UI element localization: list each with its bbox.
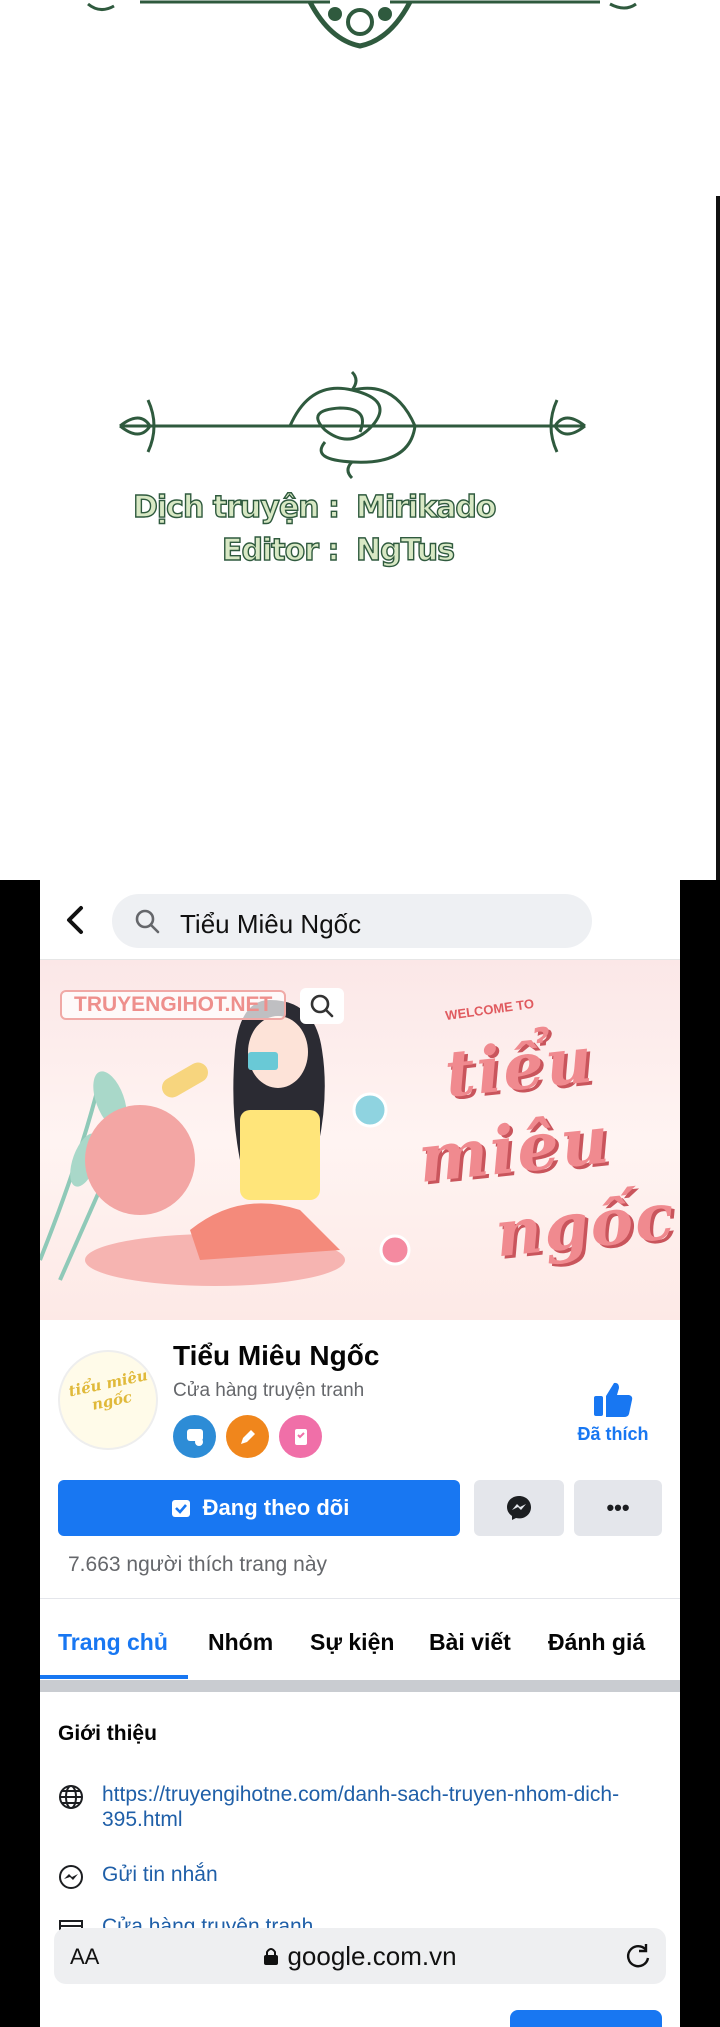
cover-photo[interactable]: TRUYENGIHOT.NET WELCOME TO tiểu miêu ngố… <box>40 960 680 1320</box>
facebook-page-screen: Tiểu Miêu Ngốc TRUYENGIHOT.NET WELCOME T… <box>40 880 680 2027</box>
browser-address-bar[interactable]: AA google.com.vn <box>54 1928 666 1984</box>
globe-icon <box>59 1785 83 1809</box>
avatar[interactable]: tiểu miêu ngốc <box>58 1350 158 1450</box>
translator-name: Mirikado <box>355 489 497 525</box>
url-domain: google.com.vn <box>287 1941 457 1971</box>
following-label: Đang theo dõi <box>202 1495 350 1520</box>
translator-role: Dịch truyện : <box>132 489 340 525</box>
page-tabs: Trang chủ Nhóm Sự kiện Bài viết Đánh giá <box>40 1598 680 1679</box>
banner-welcome: WELCOME TO <box>444 995 535 1024</box>
website-row[interactable]: https://truyengihotne.com/danh-sach-truy… <box>58 1782 658 1838</box>
liked-label: Đã thích <box>577 1424 649 1444</box>
messenger-icon <box>59 1865 83 1889</box>
thumbs-up-icon <box>594 1382 633 1417</box>
editor-role: Editor : <box>221 532 340 568</box>
top-ornament <box>87 0 637 49</box>
action-row: Đang theo dõi ••• <box>40 1480 680 1540</box>
tab-groups[interactable]: Nhóm <box>208 1629 273 1656</box>
website-link[interactable]: https://truyengihotne.com/danh-sach-truy… <box>102 1782 642 1832</box>
checklist-badge-icon[interactable] <box>279 1415 322 1458</box>
following-check-icon <box>171 1500 190 1517</box>
pencil-badge-icon[interactable] <box>226 1415 269 1458</box>
more-options-button[interactable]: ••• <box>574 1480 662 1536</box>
tab-events[interactable]: Sự kiện <box>310 1629 394 1656</box>
editor-name: NgTus <box>355 532 455 568</box>
badge-row <box>173 1415 322 1459</box>
active-tab-indicator <box>40 1675 188 1679</box>
url-display: google.com.vn <box>54 1941 666 1972</box>
intro-title: Giới thiệu <box>58 1722 157 1745</box>
intro-section: Giới thiệu https://truyengihotne.com/dan… <box>40 1692 680 1952</box>
bottom-action-button[interactable] <box>510 2010 662 2027</box>
tab-posts[interactable]: Bài viết <box>429 1629 511 1656</box>
lock-icon <box>264 1948 279 1965</box>
following-button[interactable]: Đang theo dõi <box>58 1480 460 1536</box>
search-icon <box>135 909 160 934</box>
top-fan-badge-icon[interactable] <box>173 1415 216 1458</box>
phone-frame: Tiểu Miêu Ngốc TRUYENGIHOT.NET WELCOME T… <box>0 880 720 2027</box>
message-row[interactable]: Gửi tin nhắn <box>58 1862 658 1892</box>
search-query: Tiểu Miêu Ngốc <box>180 909 362 939</box>
search-header: Tiểu Miêu Ngốc <box>40 880 680 960</box>
messenger-icon <box>507 1496 531 1520</box>
avatar-logo-text: tiểu miêu ngốc <box>66 1366 150 1414</box>
search-input[interactable]: Tiểu Miêu Ngốc <box>112 894 592 948</box>
likes-count: 7.663 người thích trang này <box>68 1553 327 1576</box>
site-watermark: TRUYENGIHOT.NET <box>60 990 287 1020</box>
page-profile: tiểu miêu ngốc Tiểu Miêu Ngốc Cửa hàng t… <box>40 1320 680 1490</box>
banner-title-line1: tiểu <box>441 1022 598 1113</box>
banner-title-line2: miêu <box>414 1100 615 1198</box>
banner-title-line3: ngốc <box>491 1178 680 1273</box>
credit-page: Dịch truyện : Mirikado Editor : NgTus <box>0 0 720 886</box>
page-edge-line <box>716 196 720 886</box>
page-category[interactable]: Cửa hàng truyện tranh <box>173 1380 364 1402</box>
tab-reviews[interactable]: Đánh giá <box>548 1629 645 1656</box>
reload-icon[interactable] <box>624 1942 652 1970</box>
liked-button[interactable]: Đã thích <box>558 1380 668 1460</box>
back-arrow-icon[interactable] <box>58 902 94 938</box>
search-icon <box>310 994 334 1018</box>
divider-ornament <box>119 370 586 480</box>
banner-search-box <box>300 988 344 1024</box>
section-divider <box>40 1680 680 1692</box>
send-message-link[interactable]: Gửi tin nhắn <box>102 1862 642 1887</box>
messenger-button[interactable] <box>474 1480 564 1536</box>
page-title: Tiểu Miêu Ngốc <box>173 1340 380 1371</box>
tab-home[interactable]: Trang chủ <box>58 1629 168 1656</box>
